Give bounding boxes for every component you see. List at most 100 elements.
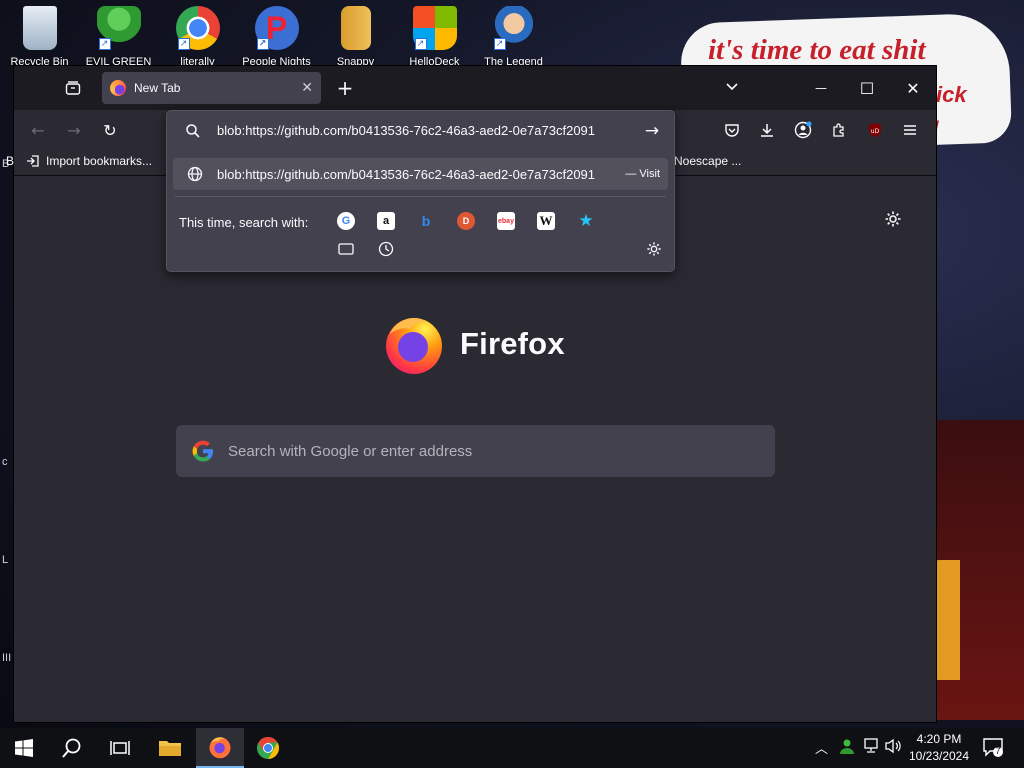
character-icon: ↗ (491, 6, 536, 50)
close-icon: ✕ (906, 78, 920, 98)
chrome-icon (257, 737, 279, 759)
search-button[interactable] (48, 728, 96, 768)
forward-arrow-icon: → (67, 120, 81, 140)
engine-ebay-icon[interactable]: ebay (497, 212, 515, 230)
speaker-icon (885, 738, 901, 754)
urlbar-result-url: blob:https://github.com/b0413536-76c2-46… (217, 167, 596, 182)
wallpaper-text-2: ick (936, 82, 967, 107)
windows-logo-icon: ↗ (412, 6, 457, 50)
bookmark-item[interactable]: B (6, 154, 14, 168)
tabs-icon (338, 243, 354, 255)
engine-tabs-icon[interactable] (337, 240, 355, 258)
engine-duckduckgo-icon[interactable]: D (457, 212, 475, 230)
firefox-wordmark: Firefox (460, 326, 565, 361)
people-icon (840, 739, 854, 754)
tab-title: New Tab (134, 81, 181, 95)
tray-volume-icon[interactable] (885, 738, 903, 758)
taskbar-clock[interactable]: 4:20 PM 10/23/2024 (904, 731, 974, 765)
firefox-logo-icon (386, 318, 442, 374)
pocket-button[interactable] (720, 118, 744, 142)
bookmark-noescape[interactable]: Noescape ... (674, 154, 741, 168)
desktop-icon-evil-green[interactable]: ↗ EVIL GREEN (79, 4, 158, 70)
desktop-icon-recycle-bin[interactable]: Recycle Bin (0, 4, 79, 70)
clock-time: 4:20 PM (916, 732, 962, 746)
list-all-tabs-button[interactable] (724, 78, 744, 98)
globe-icon (187, 166, 203, 182)
tray-network-icon[interactable] (862, 738, 880, 758)
chrome-icon: ↗ (175, 6, 220, 50)
taskbar: ︿ 4:20 PM 10/23/2024 7 (0, 728, 1024, 768)
import-bookmarks-button[interactable]: Import bookmarks... (26, 154, 152, 168)
tab-new-tab[interactable]: New Tab ✕ (102, 72, 321, 104)
search-settings-button[interactable] (645, 240, 663, 258)
search-placeholder: Search with Google or enter address (228, 442, 473, 460)
chevron-down-icon (726, 83, 738, 91)
desktop-icon-snappy[interactable]: Snappy (316, 4, 395, 70)
reload-icon: ↻ (103, 120, 117, 140)
account-icon (794, 121, 812, 139)
google-icon (192, 440, 213, 462)
desktop-icon-literally[interactable]: ↗ literally (158, 4, 237, 70)
ublock-origin-icon: uD (869, 123, 881, 137)
new-tab-button[interactable]: + (332, 75, 358, 101)
desktop-edge-text: c (2, 456, 8, 468)
show-hidden-icons-button[interactable]: ︿ (815, 738, 828, 757)
task-view-button[interactable] (96, 728, 144, 768)
tab-close-icon[interactable]: ✕ (301, 80, 313, 96)
account-button[interactable] (791, 118, 815, 142)
people-icon: ↗ (96, 6, 141, 50)
reload-button[interactable]: ↻ (96, 116, 124, 144)
ublock-button[interactable]: uD (863, 118, 887, 142)
search-with-label: This time, search with: (179, 215, 309, 230)
gear-icon (885, 211, 901, 227)
maximize-button[interactable]: ☐ (844, 66, 890, 110)
engine-amazon-icon[interactable]: a (377, 212, 395, 230)
urlbar-input[interactable]: blob:https://github.com/b0413536-76c2-46… (167, 111, 674, 151)
recycle-bin-icon (22, 6, 57, 50)
newtab-settings-button[interactable] (884, 210, 906, 232)
task-view-icon (110, 741, 130, 755)
taskbar-file-explorer[interactable] (146, 728, 194, 768)
desktop-icon-hellodeck[interactable]: ↗ HelloDeck (395, 4, 474, 70)
divider (175, 196, 666, 197)
engine-google-icon[interactable]: G (337, 212, 355, 230)
urlbar-value[interactable]: blob:https://github.com/b0413536-76c2-46… (217, 123, 637, 138)
engine-bookmarks-star-icon[interactable]: ★ (577, 211, 595, 231)
engine-history-icon[interactable] (377, 240, 395, 258)
menu-button[interactable] (898, 118, 922, 142)
pocket-icon (725, 124, 739, 137)
wallpaper-text: it's time to eat shit (708, 34, 926, 66)
urlbar-result-action: — Visit (625, 168, 660, 180)
taskbar-firefox[interactable] (196, 728, 244, 768)
import-bookmarks-label: Import bookmarks... (46, 154, 153, 168)
forward-button[interactable]: → (60, 116, 88, 144)
newtab-search-box[interactable]: Search with Google or enter address (176, 425, 775, 477)
clock-date: 10/23/2024 (908, 749, 970, 763)
tray-people-icon[interactable] (838, 737, 856, 759)
taskbar-chrome[interactable] (244, 728, 292, 768)
chevron-up-icon: ︿ (815, 742, 829, 757)
shortcut-arrow-icon: ↗ (493, 38, 506, 50)
clock-icon (378, 241, 394, 257)
go-arrow-icon[interactable]: → (642, 121, 662, 141)
minimize-button[interactable]: — (798, 66, 844, 110)
firefox-view-button[interactable] (58, 73, 88, 103)
shortcut-arrow-icon: ↗ (98, 38, 111, 50)
desktop-icon-the-legend[interactable]: ↗ The Legend (474, 4, 553, 70)
urlbar-result-row[interactable]: blob:https://github.com/b0413536-76c2-46… (173, 158, 668, 190)
engine-bing-icon[interactable]: b (417, 212, 435, 230)
downloads-button[interactable] (755, 118, 779, 142)
action-center-button[interactable]: 7 (982, 736, 1006, 760)
search-icon (62, 738, 81, 758)
engine-wikipedia-icon[interactable]: W (537, 212, 555, 230)
extensions-button[interactable] (827, 118, 851, 142)
back-button[interactable]: ← (24, 116, 52, 144)
import-icon (27, 155, 39, 167)
close-window-button[interactable]: ✕ (890, 66, 936, 110)
network-icon (864, 738, 878, 753)
folder-icon (340, 6, 371, 50)
desktop-edge-text: L (2, 554, 9, 566)
desktop-icon-people-nights[interactable]: P ↗ People Nights (237, 4, 316, 70)
start-button[interactable] (0, 728, 48, 768)
maximize-icon: ☐ (859, 78, 875, 98)
